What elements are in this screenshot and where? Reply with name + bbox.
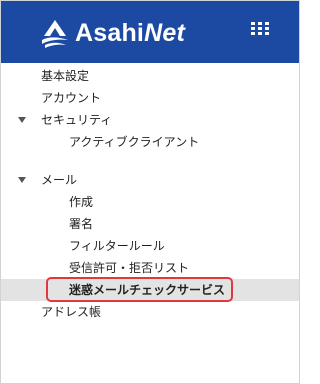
- menu-item-signature[interactable]: 署名: [1, 213, 299, 235]
- menu-item-compose[interactable]: 作成: [1, 191, 299, 213]
- grid-menu-icon[interactable]: [251, 22, 269, 36]
- menu-item-label: 基本設定: [41, 69, 90, 83]
- menu-item-basic-settings[interactable]: 基本設定: [1, 65, 299, 87]
- menu-item-spam-check[interactable]: 迷惑メールチェックサービス: [1, 279, 299, 301]
- menu-item-filter-rules[interactable]: フィルタールール: [1, 235, 299, 257]
- menu-item-label: アカウント: [41, 91, 102, 105]
- app-frame: AsahiNet 基本設定 アカウント セキュリティ アクティブクライアント メ…: [0, 0, 300, 384]
- brand-logo[interactable]: AsahiNet: [41, 16, 185, 50]
- menu-item-label: セキュリティ: [41, 113, 113, 127]
- brand-accent: Net: [144, 18, 185, 47]
- brand-main: Asahi: [75, 18, 145, 47]
- asahi-net-bird-icon: [42, 20, 68, 48]
- caret-down-icon[interactable]: [18, 117, 26, 123]
- menu-item-address-book[interactable]: アドレス帳: [1, 301, 299, 323]
- menu-item-label: メール: [41, 173, 78, 187]
- menu-item-label: 受信許可・拒否リスト: [69, 261, 190, 275]
- menu-item-allow-block-list[interactable]: 受信許可・拒否リスト: [1, 257, 299, 279]
- menu-item-label: 作成: [69, 195, 94, 209]
- menu-item-label: アドレス帳: [41, 305, 102, 319]
- caret-down-icon[interactable]: [18, 177, 26, 183]
- menu-item-security[interactable]: セキュリティ: [1, 109, 299, 131]
- menu-item-account[interactable]: アカウント: [1, 87, 299, 109]
- header-bar: AsahiNet: [1, 1, 299, 63]
- menu-item-active-clients[interactable]: アクティブクライアント: [1, 131, 299, 153]
- menu-item-label: アクティブクライアント: [69, 135, 200, 149]
- brand-wordmark: AsahiNet: [75, 19, 185, 48]
- menu-item-mail[interactable]: メール: [1, 169, 299, 191]
- menu-item-label: 署名: [69, 217, 94, 231]
- menu-item-label: フィルタールール: [69, 239, 165, 253]
- menu-item-label: 迷惑メールチェックサービス: [69, 283, 226, 297]
